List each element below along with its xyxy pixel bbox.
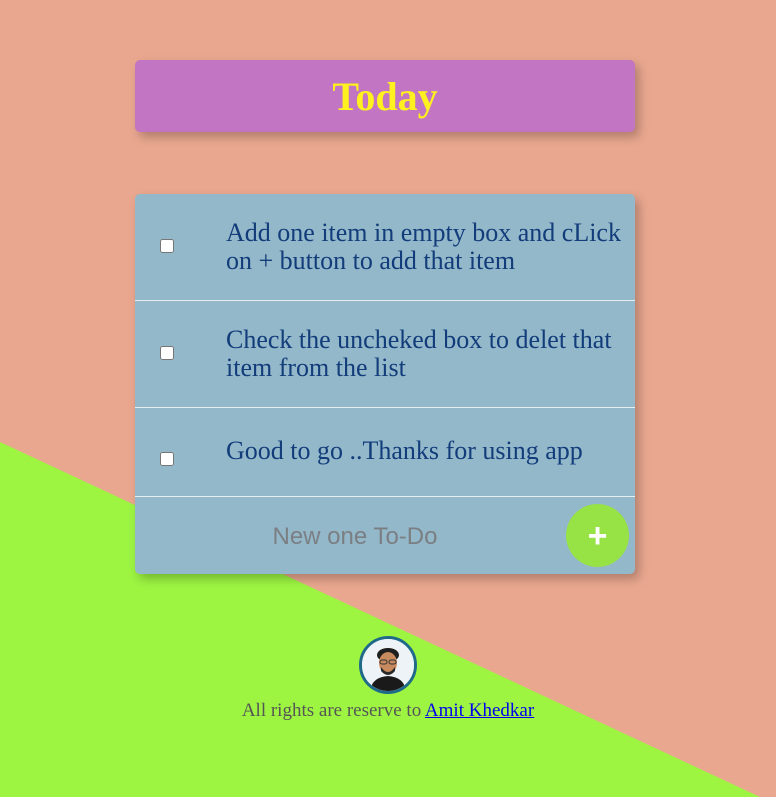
todo-item: Good to go ..Thanks for using app bbox=[135, 408, 635, 497]
todo-item-text: Check the uncheked box to delet that ite… bbox=[226, 325, 612, 382]
plus-icon: + bbox=[587, 516, 608, 555]
add-button[interactable]: + bbox=[566, 504, 629, 567]
copyright-prefix: All rights are reserve to bbox=[241, 700, 425, 721]
todo-item-text: Good to go ..Thanks for using app bbox=[226, 436, 583, 465]
new-todo-input[interactable] bbox=[225, 520, 485, 554]
todo-item: Check the uncheked box to delet that ite… bbox=[135, 301, 635, 408]
todo-checkbox[interactable] bbox=[160, 346, 174, 360]
todo-item-text: Add one item in empty box and cLick on +… bbox=[226, 218, 621, 275]
page-title: Today bbox=[332, 73, 438, 119]
footer: All rights are reserve to Amit Khedkar bbox=[0, 636, 776, 722]
todo-checkbox[interactable] bbox=[160, 239, 174, 253]
copyright-text: All rights are reserve to Amit Khedkar bbox=[0, 700, 776, 722]
todo-list: Add one item in empty box and cLick on +… bbox=[135, 194, 635, 574]
todo-checkbox[interactable] bbox=[160, 452, 174, 466]
author-link[interactable]: Amit Khedkar bbox=[425, 700, 534, 721]
heading-box: Today bbox=[135, 60, 635, 132]
todo-item: Add one item in empty box and cLick on +… bbox=[135, 194, 635, 301]
profile-avatar-icon bbox=[359, 636, 417, 694]
